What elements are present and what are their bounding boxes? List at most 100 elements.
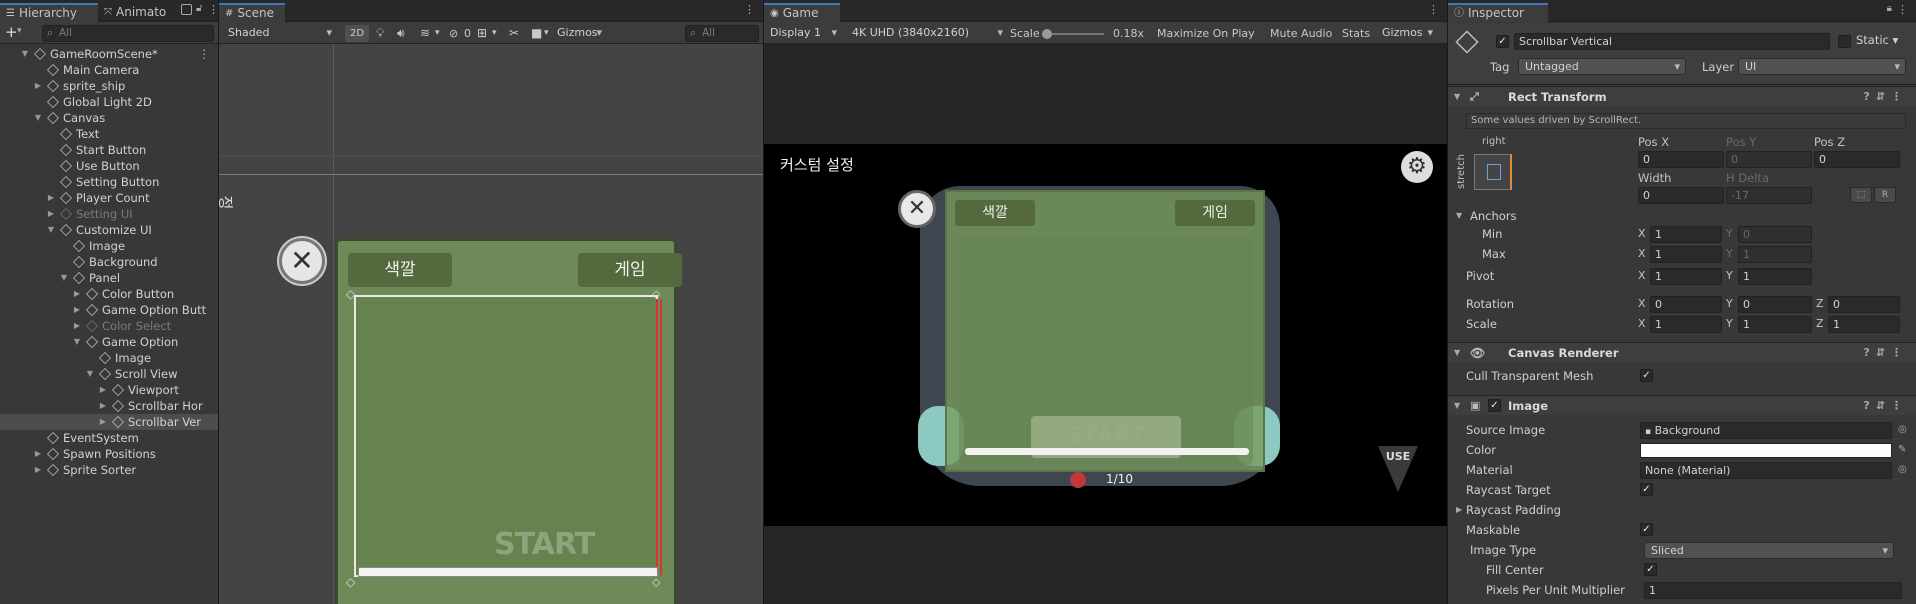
pos-z-field[interactable]: 0 — [1814, 151, 1900, 168]
pivot-x-field[interactable]: 1 — [1650, 268, 1722, 285]
anchor-preset-button[interactable] — [1474, 154, 1512, 190]
mute-audio-button[interactable]: Mute Audio — [1270, 25, 1332, 42]
tag-dropdown[interactable]: Untagged — [1518, 58, 1686, 75]
hierarchy-item[interactable]: Main Camera — [0, 62, 218, 78]
fold-closed-icon[interactable]: ▶ — [98, 382, 108, 398]
tab-inspector[interactable]: ⓘ Inspector — [1448, 3, 1548, 22]
anchors-row[interactable]: ▼ Anchors — [1448, 206, 1916, 226]
shading-mode-dropdown[interactable]: Shaded — [222, 25, 337, 42]
menu-kebab-icon[interactable]: ⋮ — [744, 3, 755, 16]
hierarchy-item[interactable]: ▶ Setting UI — [0, 206, 218, 222]
scrollbar-horizontal[interactable] — [358, 567, 658, 577]
canvas-renderer-header[interactable]: ▼ 👁︎ Canvas Renderer ?⇵⋮ — [1448, 342, 1916, 362]
fold-closed-icon[interactable]: ▶ — [33, 78, 43, 94]
scene-viewport[interactable]: 정 ✕ 색깔 게임 START ◇ ⬦ ◇ ⬦ — [219, 44, 763, 604]
fold-open-icon[interactable]: ▼ — [59, 270, 69, 286]
fold-closed-icon[interactable]: ▶ — [46, 206, 56, 222]
hierarchy-item[interactable]: ▶ Color Select — [0, 318, 218, 334]
hierarchy-item[interactable]: Background — [0, 254, 218, 270]
static-dropdown[interactable]: Static ▾ — [1856, 33, 1898, 47]
object-name-field[interactable]: Scrollbar Vertical — [1514, 33, 1830, 50]
source-image-field[interactable]: ▪ Background — [1640, 422, 1892, 439]
menu-kebab-icon[interactable]: ⋮ — [208, 3, 218, 16]
scene-menu-kebab-icon[interactable]: ⋮ — [199, 46, 211, 62]
maskable-checkbox[interactable]: ✓ — [1640, 523, 1653, 536]
fold-open-icon[interactable]: ▼ — [1454, 396, 1460, 416]
rotation-x-field[interactable]: 0 — [1650, 296, 1722, 313]
image-component-header[interactable]: ▼ ▣ ✓ Image ?⇵⋮ — [1448, 395, 1916, 415]
fold-open-icon[interactable]: ▼ — [33, 110, 43, 126]
settings-gear-icon[interactable]: ⚙ — [1401, 151, 1433, 183]
visibility-icon[interactable]: ⊘ — [449, 25, 458, 42]
pivot-y-field[interactable]: 1 — [1738, 268, 1812, 285]
lock-icon[interactable]: 🔓︎ — [196, 3, 202, 14]
add-dropdown-icon[interactable]: ▾ — [17, 26, 22, 36]
display-dropdown[interactable]: Display 1 — [764, 25, 842, 42]
tab-scene[interactable]: # Scene — [219, 3, 285, 22]
effects-icon[interactable]: ≋ — [420, 25, 430, 42]
fold-open-icon[interactable]: ▼ — [46, 222, 56, 238]
maximize-on-play-button[interactable]: Maximize On Play — [1157, 25, 1255, 42]
raycast-target-checkbox[interactable]: ✓ — [1640, 483, 1653, 496]
fold-closed-icon[interactable]: ▶ — [98, 398, 108, 414]
raw-edit-button[interactable]: R — [1874, 187, 1896, 203]
fold-closed-icon[interactable]: ▶ — [72, 318, 82, 334]
scale-z-field[interactable]: 1 — [1828, 316, 1900, 333]
hierarchy-item[interactable]: ▶ Sprite Sorter — [0, 462, 218, 478]
fill-center-checkbox[interactable]: ✓ — [1644, 563, 1657, 576]
fold-open-icon[interactable]: ▼ — [1454, 87, 1460, 107]
lighting-icon[interactable]: 💡︎ — [376, 25, 384, 42]
component-menu-icons[interactable]: ?⇵⋮ — [1863, 343, 1908, 363]
game-tab-button[interactable]: 게임 — [578, 253, 682, 287]
hierarchy-item[interactable]: Global Light 2D — [0, 94, 218, 110]
fold-closed-icon[interactable]: ▶ — [72, 302, 82, 318]
game-scrollbar-horizontal[interactable] — [965, 448, 1249, 455]
camera-dropdown-icon[interactable]: ▾ — [544, 25, 549, 42]
game-color-tab-button[interactable]: 색깔 — [955, 200, 1035, 226]
hierarchy-item[interactable]: Start Button — [0, 142, 218, 158]
menu-kebab-icon[interactable]: ⋮ — [1428, 3, 1439, 16]
scene-search-input[interactable]: All — [685, 25, 759, 42]
rotation-y-field[interactable]: 0 — [1738, 296, 1812, 313]
camera-icon[interactable]: ■ — [531, 25, 542, 42]
game-close-button[interactable]: ✕ — [898, 190, 936, 228]
audio-icon[interactable]: 🔊︎ — [397, 25, 405, 42]
eyedropper-icon[interactable]: ✎ — [1898, 440, 1906, 460]
hierarchy-item[interactable]: ▶ Color Button — [0, 286, 218, 302]
fold-closed-icon[interactable]: ▶ — [98, 414, 108, 430]
resolution-dropdown[interactable]: 4K UHD (3840x2160) — [846, 25, 1008, 42]
active-checkbox[interactable]: ✓ — [1496, 35, 1509, 48]
use-button[interactable]: USE — [1378, 446, 1418, 492]
tools-icon[interactable]: ✂ — [509, 25, 519, 42]
object-picker-icon[interactable]: ◎ — [1898, 420, 1907, 440]
image-enabled-checkbox[interactable]: ✓ — [1488, 399, 1501, 412]
fold-closed-icon[interactable]: ▶ — [72, 286, 82, 302]
close-button[interactable]: ✕ — [279, 238, 325, 284]
ppu-field[interactable]: 1 — [1644, 582, 1902, 599]
game-viewport[interactable]: 커스텀 설정 ⚙ ✕ 색깔 게임 START 1/10 USE — [764, 144, 1447, 526]
fold-open-icon[interactable]: ▼ — [20, 46, 30, 62]
color-tab-button[interactable]: 색깔 — [348, 253, 452, 287]
hierarchy-search-input[interactable]: All — [42, 25, 214, 42]
scrollbar-vertical[interactable] — [656, 299, 662, 575]
hierarchy-item-selected[interactable]: ▶ Scrollbar Ver — [0, 414, 218, 430]
min-x-field[interactable]: 1 — [1650, 226, 1722, 243]
raycast-padding-row[interactable]: ▶ Raycast Padding — [1448, 500, 1916, 520]
component-menu-icons[interactable]: ?⇵⋮ — [1863, 396, 1908, 416]
layer-dropdown[interactable]: UI — [1738, 58, 1906, 75]
width-field[interactable]: 0 — [1638, 187, 1724, 204]
max-x-field[interactable]: 1 — [1650, 246, 1722, 263]
hierarchy-item[interactable]: Text — [0, 126, 218, 142]
color-swatch[interactable] — [1640, 443, 1892, 458]
scale-slider[interactable] — [1042, 29, 1104, 39]
hierarchy-item[interactable]: Image — [0, 238, 218, 254]
hierarchy-item[interactable]: EventSystem — [0, 430, 218, 446]
pos-x-field[interactable]: 0 — [1638, 151, 1724, 168]
stats-button[interactable]: Stats — [1342, 25, 1370, 42]
hierarchy-item[interactable]: ▼ Scroll View — [0, 366, 218, 382]
rotation-z-field[interactable]: 0 — [1828, 296, 1900, 313]
tab-animator[interactable]: ⤧ Animato — [98, 3, 176, 22]
scale-x-field[interactable]: 1 — [1650, 316, 1722, 333]
fold-open-icon[interactable]: ▼ — [1456, 206, 1462, 226]
hierarchy-item[interactable]: ▼ Customize UI — [0, 222, 218, 238]
